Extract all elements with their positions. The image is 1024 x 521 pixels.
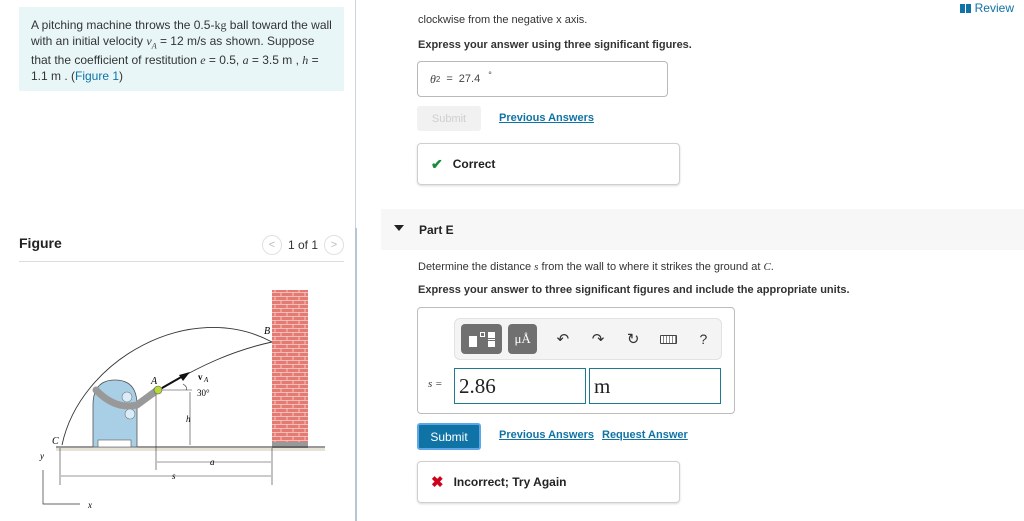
label-vA-sub: A [203, 376, 209, 384]
answer-editor: μÅ ↶ ↷ ↻ ? s = 2.86 m [417, 307, 735, 414]
unit-input[interactable]: m [589, 368, 721, 404]
label-B: B [264, 326, 270, 337]
units-button[interactable]: μÅ [508, 324, 538, 354]
chevron-right-icon: > [330, 239, 338, 251]
next-figure-button[interactable]: > [324, 235, 344, 255]
answer-value: 27.4 [458, 73, 481, 85]
question-text: . [770, 261, 774, 273]
figure-title: Figure [19, 235, 62, 251]
label-C: C [52, 436, 59, 447]
problem-text: ) [119, 68, 124, 83]
machine-roller [121, 391, 133, 403]
label-y: y [39, 451, 44, 461]
collapse-triangle-icon[interactable] [394, 225, 404, 231]
review-link[interactable]: Review [959, 1, 1014, 15]
undo-icon: ↶ [556, 331, 570, 348]
brick-wall [272, 290, 308, 444]
feedback-text: Incorrect; Try Again [453, 475, 567, 489]
question-point-C: C [763, 261, 771, 273]
pane-divider[interactable] [355, 228, 357, 521]
label-a: a [210, 457, 215, 467]
chevron-left-icon: < [268, 239, 276, 251]
part-e-previous-answers-link[interactable]: Previous Answers [499, 429, 594, 441]
part-d-instruction: Express your answer using three signific… [418, 39, 692, 51]
answer-sub: 2 [435, 74, 441, 84]
figure-page-count: 1 of 1 [287, 238, 318, 252]
book-icon [959, 3, 971, 13]
label-h: h [186, 414, 191, 424]
machine-slot [97, 439, 132, 448]
part-d-previous-answers-link[interactable]: Previous Answers [499, 112, 594, 124]
label-s: s [172, 471, 176, 481]
request-answer-link[interactable]: Request Answer [602, 429, 688, 441]
label-A: A [150, 376, 158, 387]
part-e-instruction: Express your answer to three significant… [418, 284, 850, 296]
part-d-question-cutoff: clockwise from the negative x axis. [418, 14, 588, 26]
xy-axes [42, 470, 80, 505]
machine-roller [124, 408, 136, 420]
part-e-question: Determine the distance s from the wall t… [418, 261, 774, 273]
throw-trajectory [157, 341, 273, 392]
arrow-head-icon [179, 372, 190, 381]
figure-pager: < 1 of 1 > [261, 235, 344, 255]
help-button[interactable]: ? [686, 331, 721, 347]
value-input[interactable]: 2.86 [454, 368, 586, 404]
reset-icon: ↻ [626, 331, 640, 348]
answer-var-label: s = [428, 378, 443, 390]
problem-text: A pitching machine throws the 0.5- [31, 18, 215, 32]
units-icon: μÅ [514, 331, 531, 346]
redo-icon: ↷ [591, 331, 605, 348]
velocity-arrow [161, 375, 184, 389]
math-toolbar: μÅ ↶ ↷ ↻ ? [454, 318, 722, 360]
question-text: from the wall to where it strikes the gr… [538, 261, 764, 273]
check-icon: ✔ [431, 155, 443, 172]
ground-shadow [56, 448, 325, 451]
unit-kg: kg [214, 18, 227, 32]
redo-button[interactable]: ↷ [580, 330, 615, 348]
undo-button[interactable]: ↶ [545, 330, 580, 348]
prev-figure-button[interactable]: < [261, 235, 282, 255]
left-pane: A pitching machine throws the 0.5-kg bal… [0, 0, 357, 521]
part-d-answer-display: θ2 = 27.4 ° [417, 61, 668, 97]
part-e-feedback: ✖ Incorrect; Try Again [417, 461, 680, 503]
answer-unit: ° [488, 70, 492, 80]
question-text: Determine the distance [418, 261, 535, 273]
keyboard-icon [659, 334, 677, 344]
label-angle: 30° [197, 388, 210, 398]
part-d-feedback: ✔ Correct [417, 143, 680, 185]
problem-text: = 3.5 m , [248, 53, 303, 68]
ball [153, 385, 163, 395]
reset-button[interactable]: ↻ [616, 330, 651, 348]
review-label: Review [974, 1, 1014, 15]
templates-icon [468, 331, 495, 347]
part-e-header[interactable]: Part E [381, 209, 1024, 250]
help-icon: ? [699, 331, 708, 347]
part-e-label: Part E [419, 223, 454, 237]
x-icon: ✖ [431, 474, 444, 491]
problem-statement: A pitching machine throws the 0.5-kg bal… [19, 7, 344, 91]
figure-diagram: A B C v A 30° h a s y x [39, 290, 325, 510]
label-x: x [87, 500, 92, 510]
part-e-submit-button[interactable]: Submit [417, 423, 481, 450]
problem-text: = 0.5, [205, 53, 243, 68]
part-d-submit-button[interactable]: Submit [417, 106, 481, 131]
angle-arc [182, 383, 187, 391]
templates-button[interactable] [461, 324, 502, 354]
figure-link[interactable]: Figure 1 [75, 69, 119, 83]
keyboard-button[interactable] [651, 331, 686, 348]
feedback-text: Correct [452, 157, 496, 171]
figure-header: Figure < 1 of 1 > [19, 232, 344, 262]
label-vA: v [198, 372, 203, 382]
